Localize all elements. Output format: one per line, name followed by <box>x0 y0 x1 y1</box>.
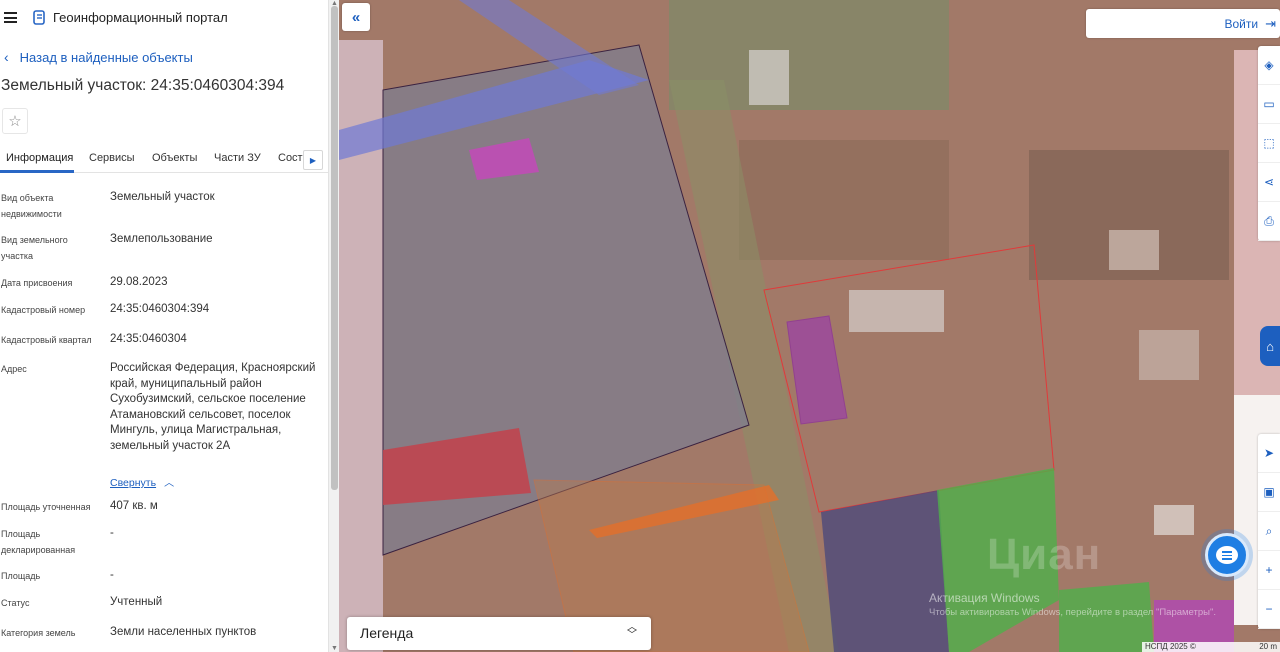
select-area-button[interactable]: ⬚ <box>1258 124 1280 163</box>
side-panel-tab[interactable]: ⌂ <box>1260 326 1280 366</box>
portal-logo-icon <box>33 10 45 25</box>
share-icon: ⋖ <box>1263 175 1275 189</box>
print-icon: ⎙ <box>1264 213 1274 228</box>
map-toolbar: ◈ ▭ ⬚ ⋖ ⎙ <box>1258 46 1280 241</box>
scroll-down-icon[interactable]: ▼ <box>331 645 338 652</box>
zoom-in-button[interactable]: + <box>1258 551 1280 590</box>
page-title: Земельный участок: 24:35:0460304:394 <box>1 77 285 94</box>
ruler-icon: ▭ <box>1263 97 1275 111</box>
sign-in-icon: ⇥ <box>1265 15 1276 31</box>
zoom-out-button[interactable]: − <box>1258 590 1280 629</box>
property-label: Вид земельного участка <box>1 235 68 261</box>
tab-objects[interactable]: Объекты <box>152 152 197 164</box>
property-label: Площадь уточненная <box>1 502 91 512</box>
minimap-button[interactable]: ▣ <box>1258 473 1280 512</box>
app-title: Геоинформационный портал <box>53 10 228 25</box>
attribution-text: НСПД 2025 © <box>1145 642 1196 651</box>
property-label: Площадь <box>1 571 41 581</box>
activation-watermark-title: Активация Windows <box>929 591 1040 605</box>
tab-info[interactable]: Информация <box>6 152 73 164</box>
locate-button[interactable]: ➤ <box>1258 434 1280 473</box>
layers-button[interactable]: ◈ <box>1258 46 1280 85</box>
map-imagery <box>339 0 1280 652</box>
property-value: - <box>110 569 114 581</box>
tab-bar: Информация Сервисы Объекты Части ЗУ Сост… <box>0 146 328 173</box>
ruler-button[interactable]: ▭ <box>1258 85 1280 124</box>
minus-icon: − <box>1265 602 1273 616</box>
property-label: Кадастровый квартал <box>1 335 92 345</box>
select-area-icon: ⬚ <box>1263 136 1275 150</box>
scrollbar-thumb[interactable] <box>331 6 338 490</box>
property-value: 29.08.2023 <box>110 276 168 288</box>
property-value: - <box>110 527 114 539</box>
property-label: Статус <box>1 598 30 608</box>
active-tab-indicator <box>0 170 74 173</box>
property-label: Дата присвоения <box>1 278 73 288</box>
collapse-link-label: Свернуть <box>110 477 157 489</box>
zoom-search-icon: ⌕ <box>1265 523 1273 538</box>
legend-dropdown[interactable]: Легенда ︿ ﹀ <box>347 617 651 650</box>
locate-icon: ➤ <box>1263 446 1275 460</box>
layers-icon: ◈ <box>1264 58 1274 72</box>
favorite-button[interactable]: ☆ <box>2 108 28 134</box>
login-button[interactable]: Войти ⇥ <box>1225 9 1280 38</box>
search-bar[interactable]: Войти ⇥ <box>1086 9 1280 38</box>
share-button[interactable]: ⋖ <box>1258 163 1280 202</box>
property-value: Земли населенных пунктов <box>110 626 257 638</box>
property-value: Учтенный <box>110 596 163 608</box>
address-value: Российская Федерация, Красноярский край,… <box>110 362 316 452</box>
panel-toggle-icon: ⌂ <box>1266 338 1274 354</box>
back-link-label: Назад в найденные объекты <box>19 49 193 65</box>
double-chevron-left-icon: « <box>351 8 361 26</box>
property-value: 24:35:0460304:394 <box>110 303 210 315</box>
tabs-scroll-right-button[interactable]: ▶ <box>303 150 323 170</box>
chevron-right-icon: ▶ <box>309 155 317 165</box>
map-navigation: ➤ ▣ ⌕ + − <box>1258 434 1280 629</box>
chat-button[interactable] <box>1205 533 1249 577</box>
property-label: Категория земель <box>1 628 76 638</box>
property-value: 407 кв. м <box>110 500 158 512</box>
panel-scrollbar[interactable]: ▲ ▼ <box>328 0 339 652</box>
hamburger-icon[interactable] <box>4 12 17 23</box>
minimap-icon: ▣ <box>1263 485 1275 499</box>
scale-label: 20 m <box>1259 642 1277 651</box>
print-button[interactable]: ⎙ <box>1258 202 1280 241</box>
activation-watermark-subtitle: Чтобы активировать Windows, перейдите в … <box>929 607 1216 618</box>
map-view[interactable]: « Войти ⇥ ◈ ▭ ⬚ ⋖ ⎙ ⌂ ➤ ▣ ⌕ + − Циан Акт… <box>339 0 1280 652</box>
collapse-address-link[interactable]: Свернуть ︿ <box>110 474 174 489</box>
map-attribution: НСПД 2025 © 20 m <box>1142 642 1280 652</box>
info-panel: Геоинформационный портал ‹ Назад в найде… <box>0 0 328 652</box>
property-label: Площадь декларированная <box>1 529 76 555</box>
collapse-panel-button[interactable]: « <box>342 3 370 31</box>
zoom-search-button[interactable]: ⌕ <box>1258 512 1280 551</box>
star-icon: ☆ <box>8 113 22 130</box>
chat-icon <box>1216 546 1238 564</box>
chevron-left-icon: ‹ <box>4 49 9 65</box>
back-link[interactable]: ‹ Назад в найденные объекты <box>4 49 193 65</box>
tab-parts[interactable]: Части ЗУ <box>214 152 261 164</box>
login-label: Войти <box>1224 16 1259 31</box>
property-value: 24:35:0460304 <box>110 333 187 345</box>
property-label: Адрес <box>1 364 27 374</box>
chevron-up-icon: ︿ <box>164 478 175 489</box>
legend-label: Легенда <box>360 625 414 641</box>
tab-services[interactable]: Сервисы <box>89 152 135 164</box>
property-value: Земельный участок <box>110 191 215 203</box>
chevron-updown-icon: ︿ ﹀ <box>627 622 637 641</box>
property-value: Землепользование <box>110 233 213 245</box>
watermark-logo: Циан <box>987 530 1102 579</box>
property-label: Вид объекта недвижимости <box>1 193 62 219</box>
property-label: Кадастровый номер <box>1 305 86 315</box>
panel-header: Геоинформационный портал <box>0 0 328 36</box>
plus-icon: + <box>1265 563 1273 577</box>
